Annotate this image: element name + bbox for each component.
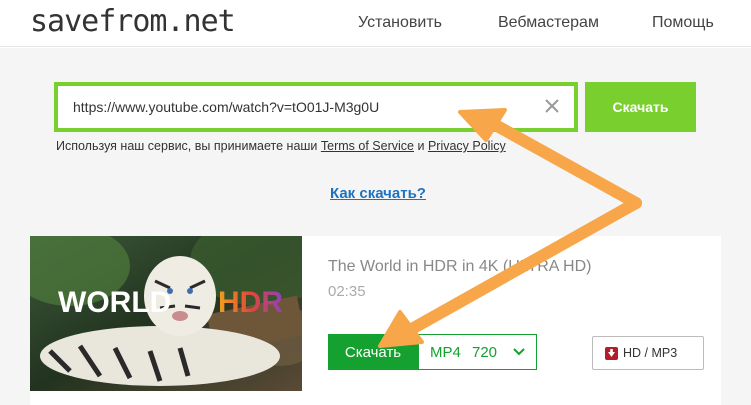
url-search-box — [54, 82, 578, 132]
terms-and-text: и — [417, 139, 425, 153]
terms-text: Используя наш сервис, вы принимаете наши — [56, 139, 318, 153]
hd-mp3-label: HD / MP3 — [623, 346, 678, 360]
privacy-policy-link[interactable]: Privacy Policy — [428, 139, 506, 153]
thumbnail-title-overlay: WORLD HDR — [58, 286, 283, 319]
thumbnail-word-right: HDR — [218, 286, 283, 319]
site-logo[interactable]: savefrom.net — [30, 4, 236, 39]
terms-notice: Используя наш сервис, вы принимаете наши… — [56, 139, 506, 153]
video-duration: 02:35 — [328, 283, 366, 300]
download-icon — [605, 347, 618, 360]
top-header: savefrom.net Установить Вебмастерам Помо… — [0, 0, 751, 47]
video-thumbnail[interactable]: WORLD HDR — [30, 236, 302, 391]
video-download-button[interactable]: Скачать — [328, 334, 418, 370]
how-to-download-link[interactable]: Как скачать? — [330, 185, 426, 202]
format-label: MP4 — [430, 344, 461, 361]
close-icon[interactable] — [542, 96, 562, 116]
nav-help-link[interactable]: Помощь — [652, 14, 714, 32]
thumbnail-word-left: WORLD — [58, 286, 171, 319]
video-result-card: WORLD HDR The World in HDR in 4K (ULTRA … — [30, 236, 721, 405]
nav-install-link[interactable]: Установить — [358, 14, 442, 32]
format-quality-dropdown[interactable]: MP4 720 — [418, 334, 537, 370]
terms-of-service-link[interactable]: Terms of Service — [321, 139, 414, 153]
chevron-down-icon — [513, 348, 525, 356]
hd-mp3-button[interactable]: HD / MP3 — [592, 336, 704, 370]
quality-label: 720 — [472, 344, 498, 361]
search-download-button[interactable]: Скачать — [585, 82, 696, 132]
url-input[interactable] — [58, 86, 538, 128]
nav-webmasters-link[interactable]: Вебмастерам — [498, 14, 599, 32]
video-title: The World in HDR in 4K (ULTRA HD) — [328, 258, 592, 275]
